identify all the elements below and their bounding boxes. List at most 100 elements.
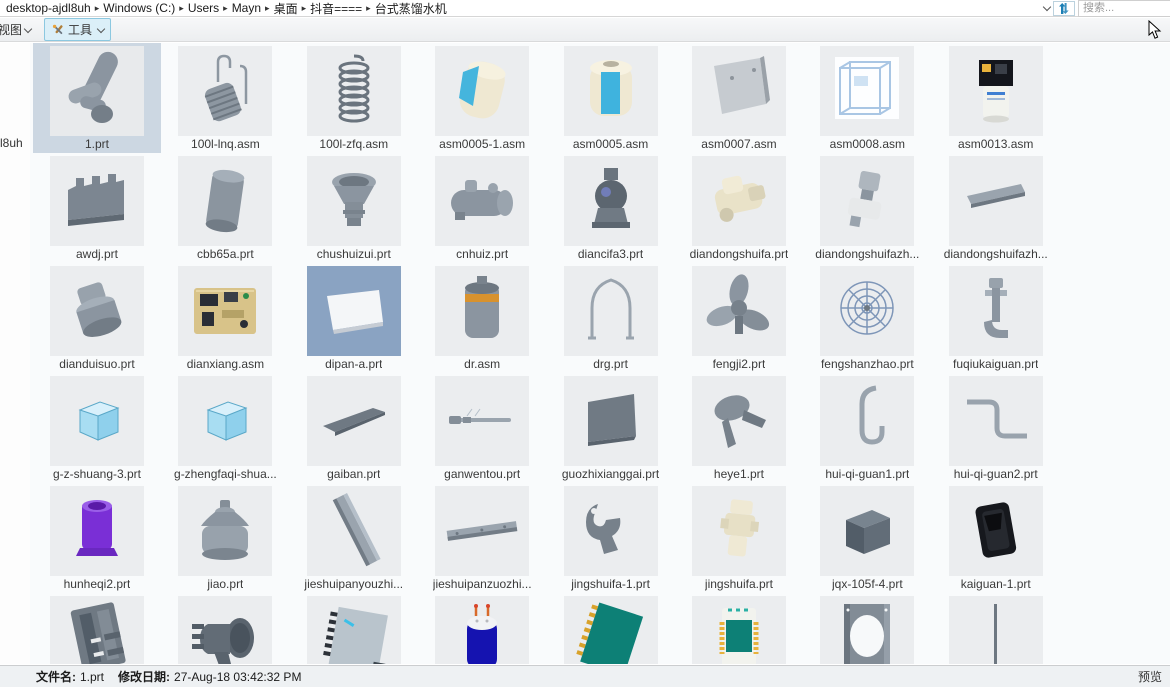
file-tile[interactable] xyxy=(290,593,418,664)
file-thumbnail xyxy=(435,156,530,246)
file-tile[interactable]: asm0005-1.asm xyxy=(418,43,546,153)
file-tile[interactable]: jiao.prt xyxy=(161,483,289,593)
cube-blue-icon xyxy=(206,401,248,441)
file-thumbnail xyxy=(50,266,144,356)
file-thumbnail xyxy=(50,46,144,136)
file-name: fengji2.prt xyxy=(712,357,766,371)
file-thumbnail xyxy=(50,376,144,466)
tube-j-icon xyxy=(859,385,885,445)
file-tile[interactable]: drg.prt xyxy=(547,263,675,373)
file-tile[interactable]: asm0008.asm xyxy=(803,43,931,153)
valve-small-icon xyxy=(848,171,882,228)
breadcrumb-segment[interactable]: 桌面 xyxy=(271,0,301,17)
file-tile[interactable]: diandongshuifa.prt xyxy=(675,153,803,263)
file-tile[interactable]: gaiban.prt xyxy=(290,373,418,483)
file-thumbnail xyxy=(50,596,144,664)
file-thumbnail xyxy=(563,376,658,466)
file-name: dipan-a.prt xyxy=(325,357,383,371)
file-tile[interactable] xyxy=(803,593,931,664)
file-tile[interactable] xyxy=(547,593,675,664)
panel-dark-thin-icon xyxy=(322,408,385,436)
breadcrumb-segment[interactable]: 台式蒸馏水机 xyxy=(372,0,450,17)
cylinder-gray-icon xyxy=(206,169,245,233)
file-tile[interactable]: jingshuifa.prt xyxy=(675,483,803,593)
tools-menu-button[interactable]: 工具 xyxy=(44,18,112,41)
pcb-module-icon xyxy=(322,606,388,664)
pcb-teal-icon xyxy=(575,602,643,664)
file-tile[interactable]: g-zhengfaqi-shua... xyxy=(161,373,289,483)
tree-item-partial[interactable]: l8uh xyxy=(0,136,23,150)
file-tile[interactable] xyxy=(675,593,803,664)
file-name: awdj.prt xyxy=(75,247,119,261)
file-thumbnail xyxy=(948,156,1043,246)
cube-blue-icon xyxy=(78,401,120,441)
file-tile[interactable]: 100l-zfq.asm xyxy=(290,43,418,153)
address-dropdown-button[interactable] xyxy=(1037,1,1053,16)
file-tile[interactable]: diancifa3.prt xyxy=(547,153,675,263)
file-tile[interactable]: fengshanzhao.prt xyxy=(803,263,931,373)
rod-elbow-icon xyxy=(983,278,1008,338)
file-name: dianduisuo.prt xyxy=(59,357,135,371)
file-name: asm0007.asm xyxy=(701,137,777,151)
coil-wire-icon xyxy=(205,54,248,122)
file-name: chushuizui.prt xyxy=(316,247,391,261)
breadcrumb-segment[interactable]: desktop-ajdl8uh xyxy=(3,1,94,15)
file-tile[interactable]: kaiguan-1.prt xyxy=(932,483,1060,593)
file-tile[interactable]: asm0005.asm xyxy=(547,43,675,153)
breadcrumb-segment[interactable]: 抖音==== xyxy=(307,0,365,17)
file-tile[interactable]: fuqiukaiguan.prt xyxy=(932,263,1060,373)
file-thumbnail xyxy=(691,46,786,136)
file-tile[interactable]: fengji2.prt xyxy=(675,263,803,373)
file-tile[interactable]: diandongshuifazh... xyxy=(803,153,931,263)
file-thumbnail xyxy=(178,376,273,466)
file-thumbnail xyxy=(691,486,786,576)
file-tile[interactable]: jingshuifa-1.prt xyxy=(547,483,675,593)
sketch-box-icon xyxy=(835,57,900,119)
file-tile[interactable]: hui-qi-guan1.prt xyxy=(803,373,931,483)
file-tile[interactable]: chushuizui.prt xyxy=(290,153,418,263)
file-name: jiao.prt xyxy=(207,577,244,591)
file-name: diandongshuifa.prt xyxy=(689,247,789,261)
file-tile[interactable]: dr.asm xyxy=(418,263,546,373)
file-tile[interactable]: jieshuipanyouzhi... xyxy=(290,483,418,593)
file-tile[interactable]: hui-qi-guan2.prt xyxy=(932,373,1060,483)
file-thumbnail xyxy=(948,46,1043,136)
file-tile[interactable]: asm0013.asm xyxy=(932,43,1060,153)
file-tile[interactable]: jieshuipanzuozhi... xyxy=(418,483,546,593)
preview-toggle[interactable]: 预览 xyxy=(1138,668,1162,685)
view-menu-button[interactable]: 视图 xyxy=(0,18,35,41)
breadcrumb-segment[interactable]: Users xyxy=(185,1,222,15)
view-menu-label: 视图 xyxy=(0,23,23,37)
file-tile[interactable]: hunheqi2.prt xyxy=(33,483,161,593)
search-input[interactable] xyxy=(1078,0,1170,17)
file-tile[interactable]: cnhuiz.prt xyxy=(418,153,546,263)
address-bar-controls xyxy=(1037,0,1170,17)
file-thumbnail xyxy=(178,156,273,246)
refresh-button[interactable] xyxy=(1053,0,1075,16)
file-name: dianxiang.asm xyxy=(186,357,265,371)
file-tile[interactable] xyxy=(33,593,161,664)
file-tile[interactable] xyxy=(161,593,289,664)
file-tile[interactable]: ganwentou.prt xyxy=(418,373,546,483)
file-tile[interactable]: guozhixianggai.prt xyxy=(547,373,675,483)
file-tile[interactable]: 1.prt xyxy=(33,43,161,153)
bottle-gray-icon xyxy=(201,500,250,560)
file-tile[interactable]: g-z-shuang-3.prt xyxy=(33,373,161,483)
file-tile[interactable] xyxy=(418,593,546,664)
file-tile[interactable]: diandongshuifazh... xyxy=(932,153,1060,263)
address-bar: desktop-ajdl8uh ▸ Windows (C:) ▸ Users ▸ Mayn ▸… xyxy=(0,0,1170,17)
file-tile[interactable]: dipan-a.prt xyxy=(290,263,418,373)
file-tile[interactable]: asm0007.asm xyxy=(675,43,803,153)
file-tile[interactable]: heye1.prt xyxy=(675,373,803,483)
file-tile[interactable]: jqx-105f-4.prt xyxy=(803,483,931,593)
mouse-cursor-icon xyxy=(1148,20,1162,39)
file-tile[interactable]: 100l-lnq.asm xyxy=(161,43,289,153)
breadcrumb-segment[interactable]: Windows (C:) xyxy=(100,1,178,15)
hook-icon xyxy=(585,504,620,554)
file-tile[interactable]: dianduisuo.prt xyxy=(33,263,161,373)
file-tile[interactable]: awdj.prt xyxy=(33,153,161,263)
file-tile[interactable]: dianxiang.asm xyxy=(161,263,289,373)
file-tile[interactable]: cbb65a.prt xyxy=(161,153,289,263)
breadcrumb-segment[interactable]: Mayn xyxy=(229,1,264,15)
file-tile[interactable] xyxy=(932,593,1060,664)
